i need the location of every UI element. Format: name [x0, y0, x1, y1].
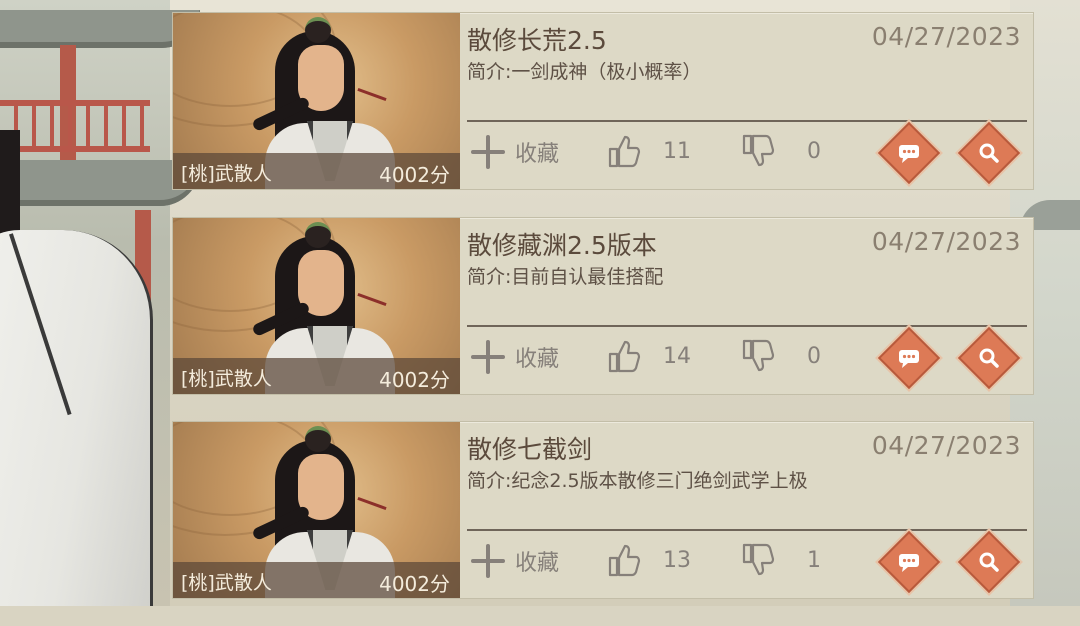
avatar-ribbon — [357, 496, 387, 511]
plus-icon — [469, 542, 507, 580]
build-info: 散修长荒2.5 04/27/2023 简介:一剑成神（极小概率） 收藏 11 0 — [467, 13, 1033, 189]
avatar-topknot — [305, 17, 331, 43]
build-summary: 简介:纪念2.5版本散修三门绝剑武学上极 — [467, 470, 808, 492]
build-card[interactable]: [桃]武散人 4002分 散修藏渊2.5版本 04/27/2023 简介:目前自… — [172, 217, 1034, 395]
build-title: 散修长荒2.5 — [467, 26, 607, 55]
author-portrait[interactable]: [桃]武散人 4002分 — [173, 13, 460, 189]
author-bar: [桃]武散人 4002分 — [173, 562, 460, 598]
like-count: 13 — [663, 547, 691, 573]
build-summary: 简介:目前自认最佳搭配 — [467, 266, 664, 288]
like-button[interactable]: 14 — [607, 338, 691, 374]
like-button[interactable]: 11 — [607, 133, 691, 169]
divider — [467, 120, 1027, 122]
search-icon — [979, 143, 999, 163]
divider — [467, 529, 1027, 531]
thumbs-down-icon — [742, 134, 775, 167]
build-info: 散修藏渊2.5版本 04/27/2023 简介:目前自认最佳搭配 收藏 14 0 — [467, 218, 1033, 394]
build-list[interactable]: [桃]武散人 4002分 散修长荒2.5 04/27/2023 简介:一剑成神（… — [172, 12, 1034, 626]
dislike-count: 1 — [807, 547, 821, 573]
search-icon — [979, 552, 999, 572]
build-title: 散修七截剑 — [467, 435, 593, 464]
build-title: 散修藏渊2.5版本 — [467, 231, 657, 260]
comment-icon — [899, 554, 919, 572]
search-icon — [979, 348, 999, 368]
thumbs-down-icon — [742, 339, 775, 372]
comment-icon — [899, 145, 919, 163]
author-name: [桃]武散人 — [181, 572, 272, 594]
dislike-button[interactable]: 1 — [741, 542, 821, 578]
action-row: 收藏 13 1 — [467, 530, 1033, 594]
author-portrait[interactable]: [桃]武散人 4002分 — [173, 218, 460, 394]
pavilion-roof — [0, 160, 200, 206]
favorite-button[interactable]: 收藏 — [469, 542, 559, 580]
author-bar: [桃]武散人 4002分 — [173, 358, 460, 394]
build-card[interactable]: [桃]武散人 4002分 散修七截剑 04/27/2023 简介:纪念2.5版本… — [172, 421, 1034, 599]
build-info: 散修七截剑 04/27/2023 简介:纪念2.5版本散修三门绝剑武学上极 收藏… — [467, 422, 1033, 598]
comment-button[interactable] — [877, 530, 941, 594]
dislike-count: 0 — [807, 343, 821, 369]
pavilion-railing — [0, 100, 150, 152]
author-score: 4002分 — [379, 163, 450, 187]
like-button[interactable]: 13 — [607, 542, 691, 578]
build-date: 04/27/2023 — [871, 431, 1021, 460]
favorite-label: 收藏 — [515, 347, 560, 372]
thumbs-up-icon — [608, 340, 641, 373]
thumbs-up-icon — [608, 135, 641, 168]
view-button[interactable] — [957, 121, 1021, 185]
plus-icon — [469, 133, 507, 171]
favorite-label: 收藏 — [515, 551, 560, 576]
action-row: 收藏 14 0 — [467, 326, 1033, 390]
author-portrait[interactable]: [桃]武散人 4002分 — [173, 422, 460, 598]
favorite-button[interactable]: 收藏 — [469, 133, 559, 171]
author-name: [桃]武散人 — [181, 163, 272, 185]
like-count: 14 — [663, 343, 691, 369]
build-summary: 简介:一剑成神（极小概率） — [467, 61, 702, 83]
avatar-ribbon — [357, 87, 387, 102]
author-name: [桃]武散人 — [181, 368, 272, 390]
avatar-topknot — [305, 222, 331, 248]
dislike-button[interactable]: 0 — [741, 338, 821, 374]
plus-icon — [469, 338, 507, 376]
dislike-button[interactable]: 0 — [741, 133, 821, 169]
favorite-button[interactable]: 收藏 — [469, 338, 559, 376]
build-date: 04/27/2023 — [871, 227, 1021, 256]
thumbs-up-icon — [608, 544, 641, 577]
comment-button[interactable] — [877, 121, 941, 185]
avatar-topknot — [305, 426, 331, 452]
thumbs-down-icon — [742, 543, 775, 576]
avatar-ribbon — [357, 292, 387, 307]
comment-icon — [899, 350, 919, 368]
pavilion-roof — [0, 10, 200, 48]
view-button[interactable] — [957, 530, 1021, 594]
author-bar: [桃]武散人 4002分 — [173, 153, 460, 189]
action-row: 收藏 11 0 — [467, 121, 1033, 185]
author-score: 4002分 — [379, 572, 450, 596]
comment-button[interactable] — [877, 326, 941, 390]
divider — [467, 325, 1027, 327]
like-count: 11 — [663, 138, 691, 164]
build-card[interactable]: [桃]武散人 4002分 散修长荒2.5 04/27/2023 简介:一剑成神（… — [172, 12, 1034, 190]
view-button[interactable] — [957, 326, 1021, 390]
author-score: 4002分 — [379, 368, 450, 392]
favorite-label: 收藏 — [515, 142, 560, 167]
dislike-count: 0 — [807, 138, 821, 164]
build-date: 04/27/2023 — [871, 22, 1021, 51]
